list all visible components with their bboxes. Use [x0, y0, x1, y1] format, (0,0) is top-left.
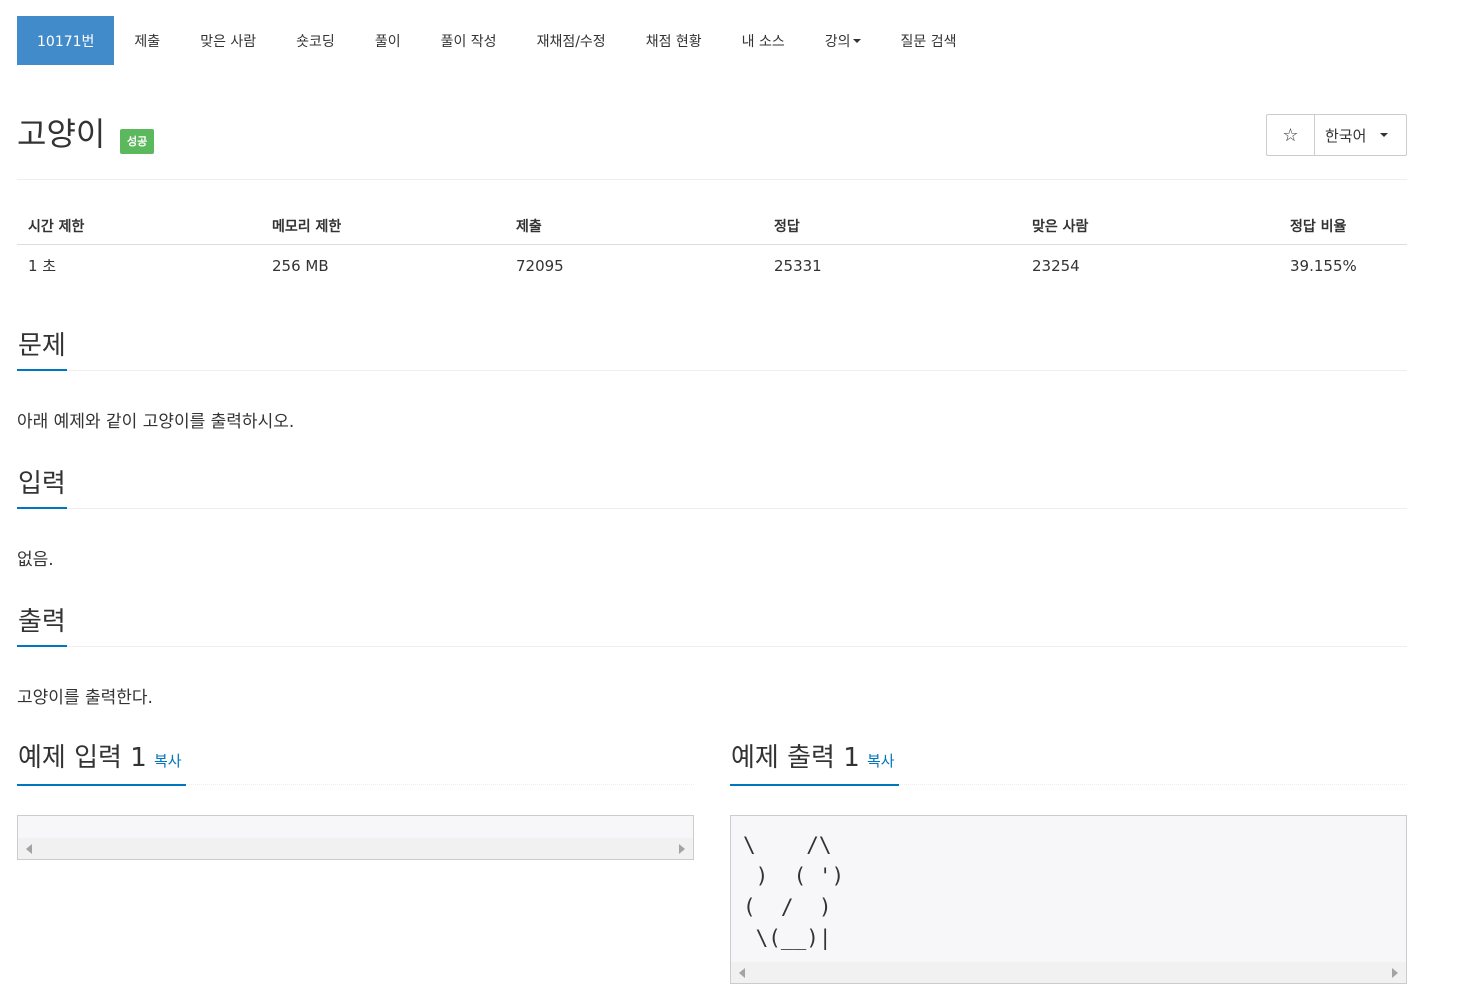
copy-sample-output-button[interactable]: 복사 [867, 750, 895, 771]
col-time-limit: 시간 제한 [17, 204, 261, 245]
sample-output-text: \ /\ ) ( ') ( / ) \(__)| [743, 833, 845, 950]
input-text: 없음. [17, 550, 54, 570]
scroll-right-icon[interactable] [679, 844, 685, 854]
scroll-right-icon[interactable] [1392, 968, 1398, 978]
divider [17, 179, 1407, 180]
scroll-left-icon[interactable] [739, 968, 745, 978]
output-section: 출력 고양이를 출력한다. [17, 604, 1407, 708]
chevron-down-icon [852, 38, 861, 43]
nav-solutions[interactable]: 풀이 [355, 16, 421, 65]
nav-question-search[interactable]: 질문 검색 [881, 16, 977, 65]
sample-output-box: \ /\ ) ( ') ( / ) \(__)| [730, 815, 1407, 984]
copy-sample-input-button[interactable]: 복사 [154, 750, 182, 771]
sample-input-section: 예제 입력 1 복사 [17, 740, 694, 860]
sample-input-header: 예제 입력 1 복사 [17, 740, 694, 786]
title-row: 고양이 성공 ☆ 한국어 [17, 112, 1407, 158]
input-header: 입력 [17, 466, 1407, 509]
sample-input-text [18, 816, 693, 834]
nav-submit[interactable]: 제출 [114, 16, 180, 65]
accepted-value: 25331 [774, 256, 822, 275]
description-title: 문제 [18, 331, 66, 361]
nav-my-source[interactable]: 내 소스 [722, 16, 805, 65]
solved-users-value: 23254 [1032, 256, 1080, 275]
nav-rejudge[interactable]: 재채점/수정 [517, 16, 626, 65]
memory-limit-value: 256 MB [272, 256, 329, 275]
sample-input-title: 예제 입력 1 [18, 743, 147, 773]
horizontal-scrollbar[interactable] [731, 962, 1406, 983]
output-text: 고양이를 출력한다. [17, 688, 153, 708]
sample-output-header: 예제 출력 1 복사 [730, 740, 1407, 786]
problem-info-table: 시간 제한 메모리 제한 제출 정답 맞은 사람 정답 비율 1 초 256 M… [17, 204, 1407, 286]
horizontal-scrollbar[interactable] [18, 838, 693, 859]
description-section: 문제 아래 예제와 같이 고양이를 출력하시오. [17, 328, 1407, 432]
nav-status[interactable]: 채점 현황 [626, 16, 722, 65]
col-accepted: 정답 [763, 204, 1021, 245]
chevron-down-icon [1380, 133, 1389, 137]
heading-underline [17, 369, 67, 371]
nav-lectures-dropdown[interactable]: 강의 [805, 16, 881, 65]
time-limit-value: 1 초 [28, 257, 57, 275]
status-badge: 성공 [120, 129, 155, 154]
table-row: 1 초 256 MB 72095 25331 23254 39.155% [17, 245, 1407, 287]
nav-solved-users[interactable]: 맞은 사람 [180, 16, 276, 65]
problem-nav: 10171번 제출 맞은 사람 숏코딩 풀이 풀이 작성 재채점/수정 채점 현… [17, 16, 977, 65]
heading-underline [17, 784, 186, 786]
star-icon: ☆ [1282, 124, 1299, 146]
page-title: 고양이 [17, 115, 106, 153]
language-label: 한국어 [1325, 126, 1367, 145]
output-title: 출력 [18, 607, 66, 637]
input-section: 입력 없음. [17, 466, 1407, 570]
nav-write-solution[interactable]: 풀이 작성 [421, 16, 517, 65]
sample-output-section: 예제 출력 1 복사 \ /\ ) ( ') ( / ) \(__)| [730, 740, 1407, 984]
scroll-left-icon[interactable] [26, 844, 32, 854]
sample-output-title: 예제 출력 1 [731, 743, 860, 773]
heading-underline [17, 645, 67, 647]
output-header: 출력 [17, 604, 1407, 647]
heading-underline [730, 784, 899, 786]
nav-short-coding[interactable]: 숏코딩 [276, 16, 355, 65]
description-header: 문제 [17, 328, 1407, 371]
table-header-row: 시간 제한 메모리 제한 제출 정답 맞은 사람 정답 비율 [17, 204, 1407, 245]
col-solved-users: 맞은 사람 [1021, 204, 1279, 245]
submissions-value: 72095 [516, 256, 564, 275]
nav-problem-number[interactable]: 10171번 [17, 16, 115, 65]
heading-underline [17, 507, 67, 509]
sample-input-box [17, 815, 694, 860]
favorite-button[interactable]: ☆ [1267, 115, 1315, 155]
input-title: 입력 [18, 469, 66, 499]
title-actions: ☆ 한국어 [1266, 114, 1407, 156]
description-text: 아래 예제와 같이 고양이를 출력하시오. [17, 412, 295, 432]
language-dropdown[interactable]: 한국어 [1315, 115, 1406, 155]
col-memory-limit: 메모리 제한 [261, 204, 505, 245]
col-accept-ratio: 정답 비율 [1279, 204, 1407, 245]
accept-ratio-value: 39.155% [1290, 256, 1357, 275]
nav-lectures-label: 강의 [824, 33, 851, 50]
col-submissions: 제출 [505, 204, 763, 245]
